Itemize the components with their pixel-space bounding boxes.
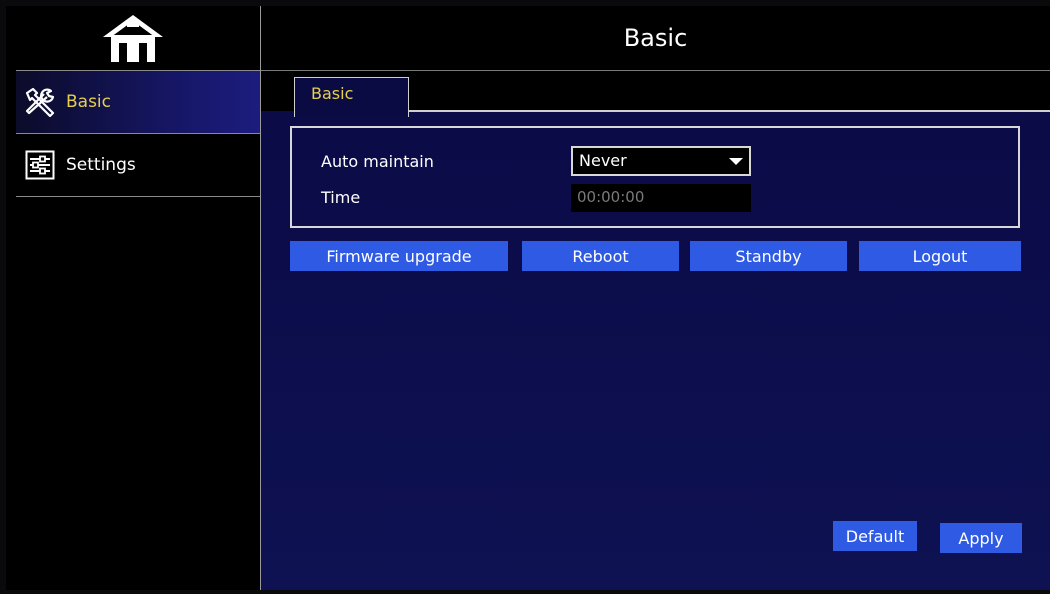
time-field[interactable]: 00:00:00 [571,184,751,212]
tab-underline [409,110,1050,112]
auto-maintain-value: Never [579,151,627,170]
page-title: Basic [623,24,688,52]
default-button[interactable]: Default [833,521,917,551]
home-icon [103,15,163,62]
title-bar: Basic [261,6,1050,71]
maintenance-panel: Auto maintain Never Time 00:00:00 [290,126,1020,228]
reboot-button[interactable]: Reboot [522,241,679,271]
screen: Basic Settings Basic Basic Auto maintain… [6,6,1050,590]
tools-icon [22,84,58,120]
sidebar: Basic Settings [6,6,260,590]
sidebar-divider [16,196,260,197]
standby-button[interactable]: Standby [690,241,847,271]
sidebar-item-basic[interactable]: Basic [16,71,260,133]
logout-button[interactable]: Logout [859,241,1021,271]
sidebar-item-settings[interactable]: Settings [16,134,260,196]
tab-basic[interactable]: Basic [294,77,409,117]
sliders-icon [22,147,58,183]
auto-maintain-select[interactable]: Never [571,146,751,176]
home-button[interactable] [6,6,260,70]
chevron-down-icon [729,158,743,165]
tab-label: Basic [311,84,354,103]
time-value: 00:00:00 [577,188,645,206]
auto-maintain-label: Auto maintain [321,152,434,171]
sidebar-item-label: Basic [66,92,112,112]
sidebar-item-label: Settings [66,155,136,175]
apply-button[interactable]: Apply [940,523,1022,553]
time-label: Time [321,188,361,207]
main-panel: Basic Basic Auto maintain Never Time 00:… [261,6,1050,590]
firmware-upgrade-button[interactable]: Firmware upgrade [290,241,508,271]
